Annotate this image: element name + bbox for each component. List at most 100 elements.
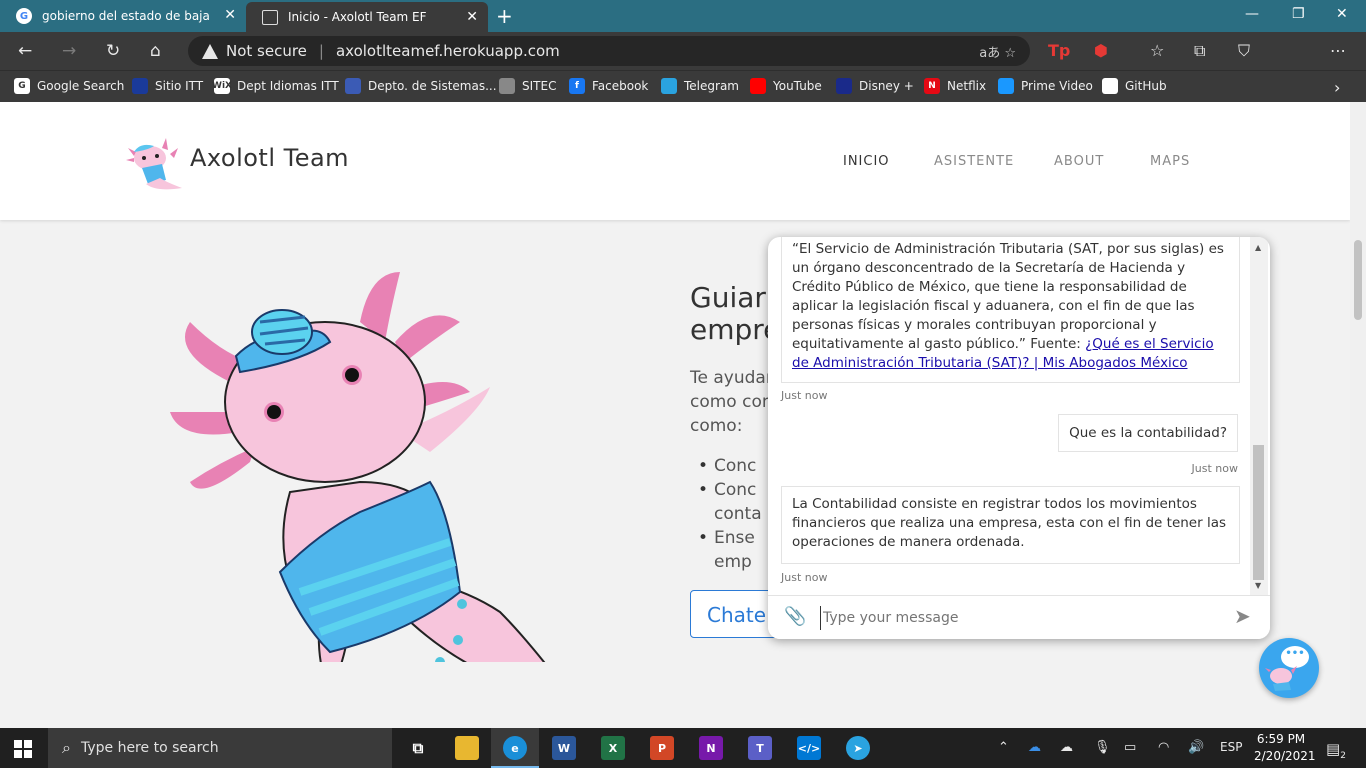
telegram-icon[interactable]: ➤: [846, 736, 870, 760]
new-tab-icon[interactable]: +: [496, 4, 513, 28]
search-icon: ⌕: [62, 738, 71, 757]
bookmarks-bar: G Google Search Sitio ITT WiX Dept Idiomas I…: [0, 70, 1366, 102]
bookmark-sitio-itt[interactable]: Sitio ITT: [132, 78, 203, 94]
minimize-icon[interactable]: —: [1245, 6, 1259, 22]
back-icon[interactable]: ←: [18, 41, 32, 61]
bookmark-label: SITEC: [522, 79, 557, 93]
battery-icon[interactable]: ▭: [1124, 740, 1136, 755]
refresh-icon[interactable]: ↻: [106, 41, 120, 61]
home-icon[interactable]: ⌂: [150, 41, 161, 61]
excel-icon[interactable]: X: [601, 736, 625, 760]
send-icon[interactable]: ➤: [1234, 604, 1251, 628]
url-text: axolotlteamef.herokuapp.com: [335, 42, 560, 60]
bookmark-favicon-icon: [499, 78, 515, 94]
close-tab-icon[interactable]: ✕: [224, 7, 236, 23]
taskbar-clock[interactable]: 6:59 PM 2/20/2021: [1254, 731, 1316, 765]
nav-about[interactable]: ABOUT: [1054, 154, 1104, 169]
message-timestamp: Just now: [781, 389, 828, 402]
bookmark-prime-video[interactable]: Prime Video: [998, 78, 1093, 94]
more-bookmarks-chevron-icon[interactable]: ›: [1334, 78, 1340, 97]
more-menu-icon[interactable]: ⋯: [1330, 41, 1346, 60]
bookmark-google-search[interactable]: G Google Search: [14, 78, 124, 94]
close-tab-icon[interactable]: ✕: [466, 9, 478, 25]
nav-inicio[interactable]: INICIO: [843, 154, 890, 169]
clock-time: 6:59 PM: [1256, 732, 1306, 746]
chat-scrollbar-thumb[interactable]: [1253, 445, 1264, 580]
bookmark-facebook[interactable]: f Facebook: [569, 78, 648, 94]
file-explorer-icon[interactable]: [455, 736, 479, 760]
powerpoint-icon[interactable]: P: [650, 736, 674, 760]
bookmark-label: Telegram: [684, 79, 739, 93]
bookmark-depto-de-sistemas[interactable]: Depto. de Sistemas...: [345, 78, 497, 94]
bookmark-github[interactable]: GitHub: [1102, 78, 1167, 94]
volume-icon[interactable]: 🔊: [1188, 740, 1204, 755]
user-message: Que es la contabilidad?: [1058, 414, 1238, 452]
chat-launcher-button[interactable]: •••: [1259, 638, 1319, 698]
bookmark-netflix[interactable]: N Netflix: [924, 78, 986, 94]
chat-scrollbar[interactable]: ▲ ▼: [1250, 237, 1268, 595]
word-icon[interactable]: W: [552, 736, 576, 760]
edge-browser-icon[interactable]: e: [503, 736, 527, 760]
forward-icon[interactable]: →: [62, 41, 76, 61]
page-icon: [262, 9, 278, 25]
hero-title-line1: Guiar: [690, 281, 766, 314]
browser-tab-bar: G gobierno del estado de baja calif ✕ In…: [0, 0, 1366, 32]
brand-name[interactable]: Axolotl Team: [190, 144, 349, 172]
bookmark-telegram[interactable]: Telegram: [661, 78, 739, 94]
read-aloud-icon[interactable]: aあ ☆: [979, 42, 1016, 61]
notifications-icon[interactable]: ▤2: [1326, 740, 1346, 761]
nav-maps[interactable]: MAPS: [1150, 154, 1190, 169]
chat-message-input[interactable]: [820, 606, 1220, 630]
bookmark-youtube[interactable]: YouTube: [750, 78, 822, 94]
bookmark-disney[interactable]: Disney +: [836, 78, 914, 94]
close-window-icon[interactable]: ✕: [1336, 6, 1348, 22]
taskbar-search[interactable]: ⌕ Type here to search: [48, 728, 392, 768]
extension-shield-icon[interactable]: ⬢: [1094, 41, 1108, 60]
axolotl-logo-icon[interactable]: [126, 134, 186, 194]
notification-count: 2: [1340, 751, 1346, 761]
bot-message: “El Servicio de Administración Tributari…: [781, 237, 1240, 383]
restore-icon[interactable]: ❐: [1292, 6, 1305, 22]
wifi-icon[interactable]: ◠: [1158, 740, 1169, 755]
scrollbar-thumb[interactable]: [1354, 240, 1362, 320]
collections-icon[interactable]: ⧉: [1194, 41, 1205, 61]
bookmark-favicon-icon: [750, 78, 766, 94]
task-view-icon[interactable]: ⧉: [406, 736, 430, 760]
address-toolbar: ← → ↻ ⌂ Not secure | axolotlteamef.herok…: [0, 32, 1366, 96]
show-hidden-icons-chevron-icon[interactable]: ⌃: [998, 740, 1009, 755]
search-placeholder: Type here to search: [80, 740, 219, 756]
language-indicator[interactable]: ESP: [1220, 740, 1242, 754]
bookmark-favicon-icon: f: [569, 78, 585, 94]
tab-gobierno[interactable]: G gobierno del estado de baja calif ✕: [0, 0, 246, 32]
list-item-continued: conta: [714, 504, 762, 524]
scroll-up-arrow-icon[interactable]: ▲: [1255, 243, 1261, 252]
site-header: Axolotl Team INICIO ASISTENTE ABOUT MAPS: [0, 102, 1350, 220]
browser-essentials-icon[interactable]: ⛉: [1238, 41, 1250, 61]
bookmark-dept-idiomas-itt[interactable]: WiX Dept Idiomas ITT: [212, 78, 339, 94]
axolotl-avatar-icon: [1265, 666, 1297, 691]
onenote-icon[interactable]: N: [699, 736, 723, 760]
favorites-icon[interactable]: ☆: [1150, 41, 1164, 60]
attachment-icon[interactable]: 📎: [784, 606, 806, 627]
windows-start-icon[interactable]: [14, 740, 32, 758]
axolotl-mascot-illustration: [170, 272, 546, 662]
extension-tp-icon[interactable]: Tp: [1048, 41, 1070, 60]
onedrive-icon[interactable]: ☁: [1028, 740, 1041, 755]
bookmark-label: Disney +: [859, 79, 914, 93]
microphone-icon[interactable]: 🎙: [1094, 740, 1111, 755]
teams-icon[interactable]: T: [748, 736, 772, 760]
cloud-icon[interactable]: ☁: [1060, 740, 1073, 755]
bookmark-label: Depto. de Sistemas...: [368, 79, 497, 93]
scroll-down-arrow-icon[interactable]: ▼: [1255, 581, 1261, 590]
page-scrollbar[interactable]: [1350, 102, 1366, 728]
feature-list: Conc Conc conta Ense emp: [698, 454, 762, 574]
warning-icon: [202, 43, 218, 59]
list-item-continued: emp: [714, 552, 752, 572]
vscode-icon[interactable]: </>: [797, 736, 821, 760]
message-timestamp: Just now: [1191, 462, 1238, 475]
tab-inicio-axolotl[interactable]: Inicio - Axolotl Team EF ✕: [246, 2, 488, 32]
bot-message: La Contabilidad consiste en registrar to…: [781, 486, 1240, 564]
address-bar[interactable]: Not secure | axolotlteamef.herokuapp.com…: [188, 36, 1030, 66]
nav-asistente[interactable]: ASISTENTE: [934, 154, 1014, 169]
bookmark-sitec[interactable]: SITEC: [499, 78, 556, 94]
